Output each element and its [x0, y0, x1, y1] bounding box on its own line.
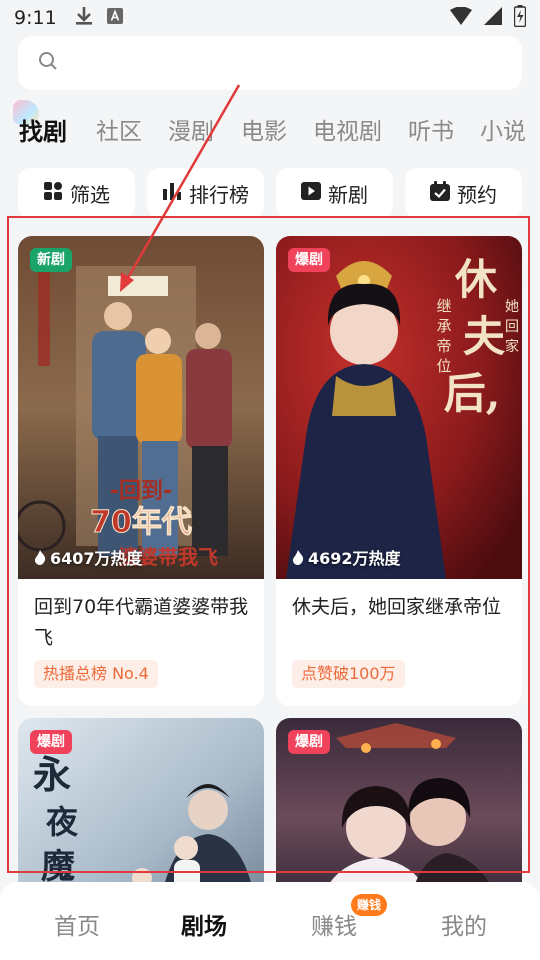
tab-audiobook[interactable]: 听书 — [408, 112, 454, 146]
flame-icon — [34, 549, 46, 565]
hot-badge: 爆剧 — [288, 730, 330, 754]
drama-card[interactable]: -回到- 70年代 婆婆带我飞 新剧 6407万热度 回到70年代霸道婆婆带我飞… — [18, 236, 264, 706]
download-icon — [75, 6, 93, 30]
hot-badge: 爆剧 — [288, 248, 330, 272]
status-bar: 9:11 — [0, 0, 540, 36]
svg-text:回: 回 — [505, 319, 519, 335]
svg-text:家: 家 — [505, 338, 519, 355]
new-drama-label: 新剧 — [328, 182, 368, 207]
svg-text:永: 永 — [33, 752, 71, 797]
tab-movie[interactable]: 电影 — [241, 112, 287, 146]
battery-icon — [513, 5, 527, 31]
hot-badge: 爆剧 — [30, 730, 72, 754]
tab-community[interactable]: 社区 — [96, 112, 142, 146]
earn-badge: 赚钱 — [351, 894, 388, 916]
reservation-button[interactable]: 预约 — [405, 168, 522, 218]
praise-tag: 点赞破100万 — [292, 660, 405, 688]
svg-text:70年代: 70年代 — [90, 505, 192, 540]
svg-text:夜: 夜 — [45, 803, 79, 841]
svg-text:后,: 后, — [444, 369, 501, 418]
svg-text:夫: 夫 — [463, 312, 506, 361]
tab-tv-series[interactable]: 电视剧 — [313, 112, 382, 146]
ranking-button[interactable]: 排行榜 — [147, 168, 264, 218]
svg-text:位: 位 — [436, 357, 451, 375]
keyboard-a-icon — [106, 8, 123, 28]
calendar-check-icon — [430, 180, 450, 206]
poster-art: -回到- 70年代 婆婆带我飞 — [18, 236, 264, 579]
svg-text:休: 休 — [454, 255, 498, 304]
reservation-label: 预约 — [457, 182, 497, 207]
nav-profile[interactable]: 我的 — [441, 907, 487, 941]
drama-poster[interactable]: -回到- 70年代 婆婆带我飞 新剧 6407万热度 — [18, 236, 264, 579]
svg-text:-回到-: -回到- — [110, 479, 172, 504]
tab-find-drama[interactable]: 找剧 — [19, 112, 67, 147]
search-input[interactable] — [18, 36, 522, 90]
drama-title[interactable]: 回到70年代霸道婆婆带我飞 — [34, 592, 254, 654]
flame-icon — [292, 549, 304, 565]
play-icon — [301, 181, 321, 206]
drama-title[interactable]: 休夫后，她回家继承帝位 — [292, 592, 512, 623]
nav-theater[interactable]: 剧场 — [181, 907, 227, 941]
rank-tag: 热播总榜 No.4 — [34, 660, 158, 688]
new-drama-button[interactable]: 新剧 — [276, 168, 393, 218]
poster-art: 休 夫 后, 继 承 帝 位 她 回 家 — [276, 236, 522, 579]
filter-label: 筛选 — [70, 182, 110, 207]
signal-icon — [484, 7, 502, 29]
ranking-label: 排行榜 — [189, 182, 249, 207]
heat-value: 6407万热度 — [50, 549, 143, 568]
filter-button[interactable]: 筛选 — [18, 168, 135, 218]
bottom-nav: 首页 剧场 赚钱 赚钱 我的 — [0, 882, 540, 960]
svg-text:她: 她 — [505, 299, 519, 315]
heat-count: 4692万热度 — [292, 545, 401, 569]
status-time: 9:11 — [14, 7, 57, 29]
svg-text:帝: 帝 — [436, 337, 451, 355]
nav-earn[interactable]: 赚钱 — [311, 907, 357, 941]
new-badge: 新剧 — [30, 248, 72, 272]
search-icon — [38, 51, 58, 75]
bar-chart-icon — [162, 181, 182, 206]
grid-icon — [43, 181, 63, 206]
nav-home[interactable]: 首页 — [54, 907, 100, 941]
drama-poster[interactable]: 休 夫 后, 继 承 帝 位 她 回 家 爆剧 4692万热度 — [276, 236, 522, 579]
tab-comic-drama[interactable]: 漫剧 — [168, 112, 214, 146]
svg-text:魔: 魔 — [41, 847, 75, 887]
svg-text:承: 承 — [436, 317, 451, 335]
heat-count: 6407万热度 — [34, 545, 143, 569]
heat-value: 4692万热度 — [308, 549, 401, 568]
tab-novel[interactable]: 小说 — [480, 112, 526, 146]
svg-text:继: 继 — [436, 297, 451, 315]
drama-card[interactable]: 休 夫 后, 继 承 帝 位 她 回 家 爆剧 4692万热度 休夫后，她回家继… — [276, 236, 522, 706]
wifi-icon — [450, 6, 472, 29]
